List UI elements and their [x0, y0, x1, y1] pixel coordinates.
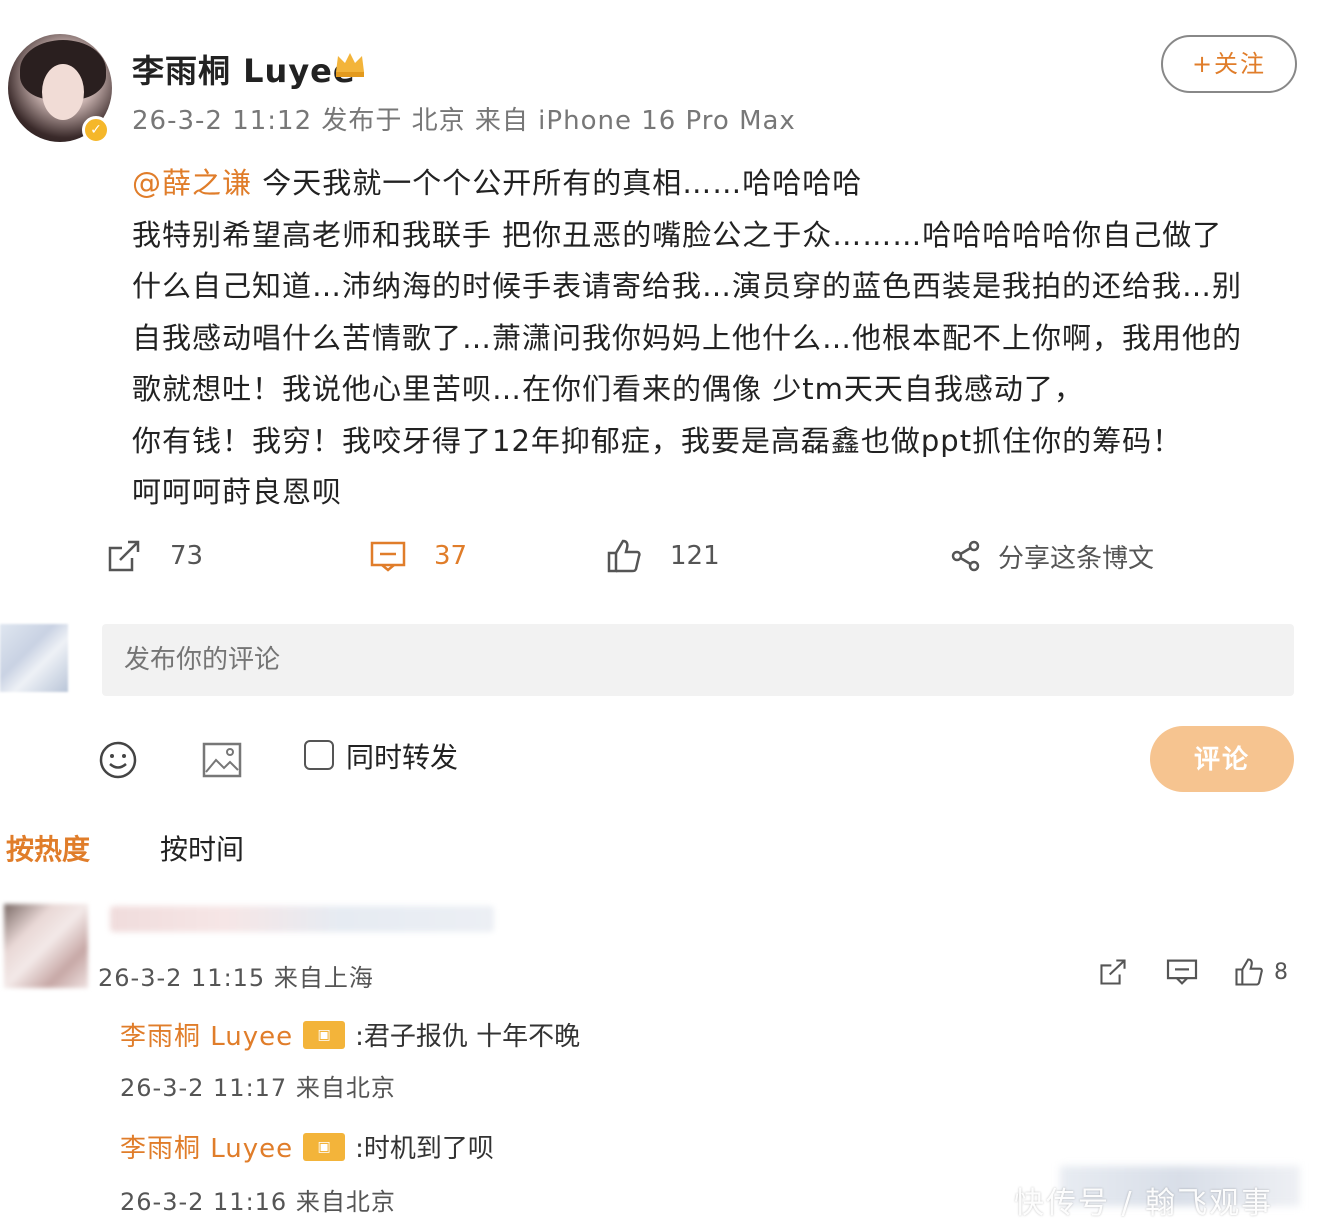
post-line: 什么自己知道…沛纳海的时候手表请寄给我…演员穿的蓝色西装是我拍的还给我…别 [132, 269, 1243, 303]
repost-icon [1100, 959, 1126, 985]
share-label: 分享这条博文 [998, 543, 1155, 574]
watermark: 快传号 / 翰飞观事 [1014, 1186, 1274, 1221]
post-line: @薛之谦 今天我就一个个公开所有的真相……哈哈哈哈 [132, 166, 863, 200]
reply-item: 李雨桐 Luyee ▣ :君子报仇 十年不晚 [120, 1016, 580, 1053]
tab-sort-hot[interactable]: 按热度 [6, 828, 90, 868]
post-meta: 26-3-2 11:12 发布于 北京 来自 iPhone 16 Pro Max [132, 106, 796, 136]
comment-button[interactable]: 37 [370, 534, 467, 578]
commenter-avatar[interactable] [4, 904, 88, 988]
reply-author[interactable]: 李雨桐 Luyee [120, 1128, 293, 1165]
current-user-avatar [0, 624, 68, 692]
reply-author[interactable]: 李雨桐 Luyee [120, 1016, 293, 1053]
post-line: 自我感动唱什么苦情歌了…萧潇问我你妈妈上他什么…他根本配不上你啊，我用他的 [132, 320, 1243, 355]
reply-meta: 26-3-2 11:16 来自北京 [120, 1188, 396, 1216]
thumbs-up-icon [607, 539, 641, 573]
follow-button[interactable]: +关注 [1161, 35, 1297, 93]
emoji-icon[interactable] [98, 740, 138, 780]
post-line: 我特别希望高老师和我联手 把你丑恶的嘴脸公之于众………哈哈哈哈哈你自己做了 [132, 217, 1223, 252]
post-line: 呵呵呵莳良恩呗 [132, 475, 343, 509]
like-button[interactable]: 121 [606, 534, 720, 578]
comment-input[interactable] [102, 624, 1294, 696]
author-badge-icon: ▣ [303, 1132, 346, 1161]
crown-icon [336, 53, 364, 77]
comment-like-button[interactable]: 8 [1234, 956, 1288, 988]
reply-meta: 26-3-2 11:17 来自北京 [120, 1074, 396, 1102]
repost-button[interactable]: 73 [106, 534, 203, 578]
comment-like-count: 8 [1274, 959, 1288, 985]
comment-count: 37 [434, 541, 468, 571]
submit-comment-button[interactable]: 评论 [1150, 726, 1294, 792]
reply-text: :君子报仇 十年不晚 [355, 1022, 581, 1052]
share-button[interactable]: 分享这条博文 [950, 534, 1154, 578]
repost-checkbox[interactable] [304, 740, 334, 770]
comment-repost-button[interactable] [1098, 956, 1128, 988]
comment-icon [370, 541, 406, 572]
comment-icon [1166, 959, 1198, 985]
author-badge-icon: ▣ [303, 1020, 346, 1049]
repost-icon [108, 540, 140, 572]
comment-reply-button[interactable] [1166, 956, 1198, 988]
verified-badge-icon: ✓ [82, 116, 110, 144]
tab-sort-time[interactable]: 按时间 [160, 828, 244, 868]
post-line: 歌就想吐！我说他心里苦呗…在你们看来的偶像 少tm天天自我感动了， [132, 372, 1084, 406]
image-icon[interactable] [202, 742, 242, 778]
post-line: 你有钱！我穷！我咬牙得了12年抑郁症，我要是高磊鑫也做ppt抓住你的筹码！ [132, 423, 1183, 458]
like-count: 121 [670, 541, 720, 571]
reply-item: 李雨桐 Luyee ▣ :时机到了呗 [120, 1128, 494, 1165]
repost-count: 73 [170, 541, 204, 571]
author-name[interactable]: 李雨桐 Luyee [132, 46, 356, 92]
thumbs-up-icon [1235, 958, 1263, 986]
mention-link[interactable]: @薛之谦 [132, 166, 252, 200]
commenter-name-blurred [110, 906, 494, 932]
reply-text: :时机到了呗 [355, 1134, 494, 1164]
repost-checkbox-label: 同时转发 [346, 741, 459, 774]
post-body: @薛之谦 今天我就一个个公开所有的真相……哈哈哈哈 我特别希望高老师和我联手 把… [132, 158, 1312, 519]
comment-meta: 26-3-2 11:15 来自上海 [98, 964, 374, 992]
share-icon [951, 540, 980, 572]
